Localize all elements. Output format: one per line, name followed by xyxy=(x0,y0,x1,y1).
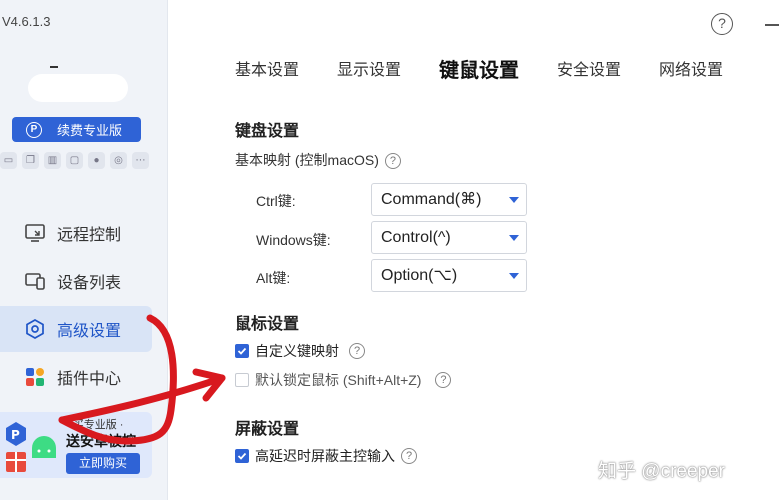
watermark-text: 知乎 @creeper xyxy=(598,461,725,482)
red-annotation-arrow xyxy=(58,314,226,445)
